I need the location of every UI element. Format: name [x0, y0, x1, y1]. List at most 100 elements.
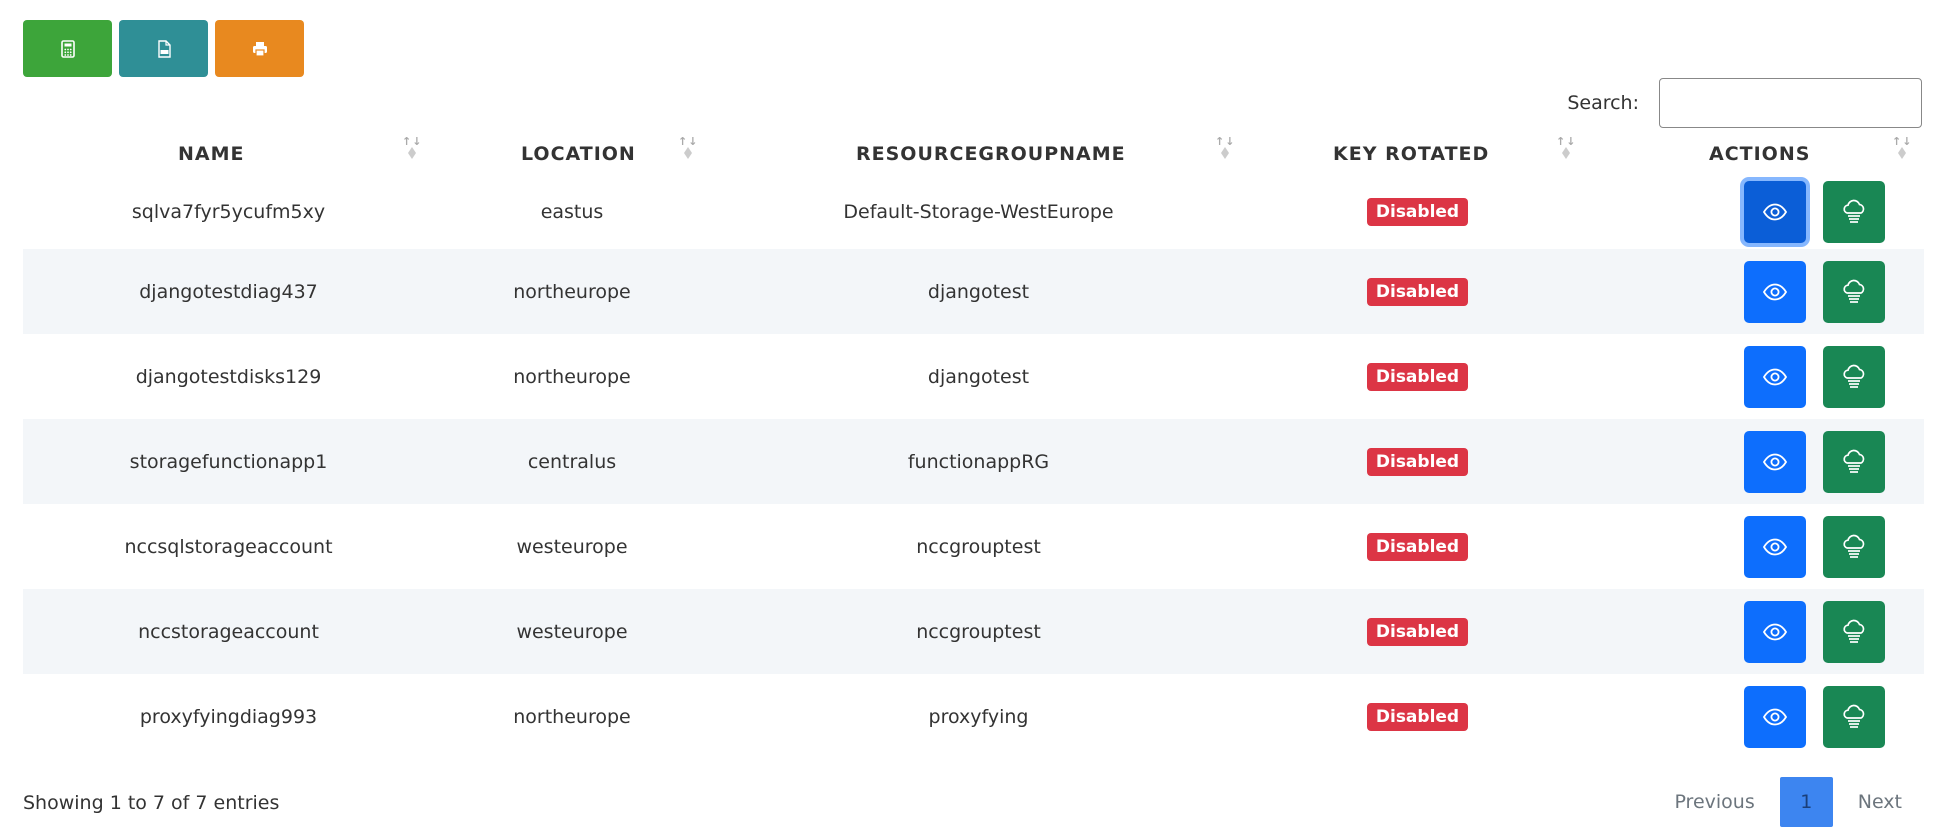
svg-text:↑↓: ↑↓	[678, 135, 696, 148]
cell-location: westeurope	[516, 535, 628, 558]
cell-actions	[1588, 175, 1924, 249]
status-badge: Disabled	[1366, 447, 1469, 476]
column-header-label: KEY ROTATED	[1333, 143, 1490, 165]
next-page-button[interactable]: Next	[1838, 777, 1922, 827]
row-actions	[1588, 515, 1924, 578]
svg-text:↑↓: ↑↓	[1556, 135, 1574, 148]
cell-name: djangotestdisks129	[135, 365, 322, 388]
column-header-label: ACTIONS	[1709, 143, 1811, 165]
cell-name: proxyfyingdiag993	[139, 705, 318, 728]
eye-icon	[1762, 538, 1788, 555]
eye-icon	[1762, 283, 1788, 300]
export-toolbar	[23, 20, 304, 77]
column-header-actions[interactable]: ACTIONS ↑↓	[1588, 133, 1924, 175]
row-actions	[1588, 600, 1924, 663]
rotate-key-button[interactable]	[1823, 430, 1885, 493]
calculator-button[interactable]	[23, 20, 112, 77]
cell-actions	[1588, 674, 1924, 759]
search-label: Search:	[1567, 92, 1639, 114]
csv-export-button[interactable]	[119, 20, 208, 77]
status-badge: Disabled	[1366, 198, 1469, 226]
view-button[interactable]	[1744, 345, 1806, 408]
svg-text:↑↓: ↑↓	[1892, 135, 1910, 148]
svg-text:↑↓: ↑↓	[402, 135, 420, 148]
sort-icon: ↑↓	[1892, 135, 1910, 159]
cloud-rotate-icon	[1843, 199, 1865, 223]
rotate-key-button[interactable]	[1823, 515, 1885, 578]
rotate-key-button[interactable]	[1823, 345, 1885, 408]
cell-resourcegroup: nccgrouptest	[916, 535, 1041, 558]
table-row: sqlva7fyr5ycufm5xy eastus Default-Storag…	[23, 175, 1924, 249]
previous-page-button[interactable]: Previous	[1654, 777, 1774, 827]
page-1-button[interactable]: 1	[1779, 777, 1833, 827]
sort-icon: ↑↓	[1215, 135, 1233, 159]
row-actions	[1588, 260, 1924, 323]
cell-key-rotated: Disabled	[1247, 504, 1588, 589]
eye-icon	[1762, 623, 1788, 640]
view-button[interactable]	[1744, 430, 1806, 493]
cell-resourcegroup: djangotest	[927, 365, 1030, 388]
cell-location: eastus	[540, 201, 604, 223]
column-header-label: RESOURCEGROUPNAME	[856, 143, 1126, 165]
row-actions	[1588, 181, 1924, 243]
pagination: Previous 1 Next	[1654, 777, 1922, 827]
rotate-key-button[interactable]	[1823, 600, 1885, 663]
cell-resourcegroup: functionappRG	[907, 450, 1050, 473]
table-body: sqlva7fyr5ycufm5xy eastus Default-Storag…	[23, 175, 1924, 759]
cell-resourcegroup: nccgrouptest	[916, 620, 1041, 643]
sort-icon: ↑↓	[678, 135, 696, 159]
rotate-key-button[interactable]	[1823, 260, 1885, 323]
csv-file-icon	[157, 39, 171, 58]
cell-location: northeurope	[513, 365, 631, 388]
cell-actions	[1588, 504, 1924, 589]
view-button[interactable]	[1744, 515, 1806, 578]
cell-key-rotated: Disabled	[1247, 249, 1588, 334]
cloud-rotate-icon	[1843, 619, 1865, 643]
svg-text:↑↓: ↑↓	[1215, 135, 1233, 148]
cloud-rotate-icon	[1843, 534, 1865, 558]
cell-location: westeurope	[516, 620, 628, 643]
table-row: djangotestdisks129 northeurope djangotes…	[23, 334, 1924, 419]
view-button[interactable]	[1744, 685, 1806, 748]
status-badge: Disabled	[1366, 362, 1469, 391]
column-header-label: NAME	[178, 143, 245, 165]
column-header-location[interactable]: LOCATION ↑↓	[434, 133, 710, 175]
cell-key-rotated: Disabled	[1247, 175, 1588, 249]
eye-icon	[1762, 708, 1788, 725]
column-header-name[interactable]: NAME ↑↓	[23, 133, 434, 175]
table-row: storagefunctionapp1 centralus functionap…	[23, 419, 1924, 504]
cell-resourcegroup: proxyfying	[928, 705, 1029, 728]
table-row: proxyfyingdiag993 northeurope proxyfying…	[23, 674, 1924, 759]
view-button[interactable]	[1744, 260, 1806, 323]
cell-name: nccsqlstorageaccount	[124, 535, 333, 558]
cell-location: northeurope	[513, 280, 631, 303]
eye-icon	[1762, 368, 1788, 385]
print-button[interactable]	[215, 20, 304, 77]
cloud-rotate-icon	[1843, 449, 1865, 473]
row-actions	[1588, 685, 1924, 748]
table-row: djangotestdiag437 northeurope djangotest…	[23, 249, 1924, 334]
rotate-key-button[interactable]	[1823, 181, 1885, 243]
search-area: Search:	[1567, 78, 1922, 128]
cell-location: northeurope	[513, 705, 631, 728]
cell-actions	[1588, 334, 1924, 419]
search-input[interactable]	[1659, 78, 1922, 128]
cell-name: djangotestdiag437	[139, 280, 318, 303]
cell-resourcegroup: Default-Storage-WestEurope	[843, 201, 1114, 223]
sort-icon: ↑↓	[402, 135, 420, 159]
cell-name: nccstorageaccount	[138, 620, 319, 643]
rotate-key-button[interactable]	[1823, 685, 1885, 748]
table-header-row: NAME ↑↓ LOCATION ↑↓ RESOURCEGROUPNAME ↑↓…	[23, 133, 1924, 175]
column-header-resourcegroupname[interactable]: RESOURCEGROUPNAME ↑↓	[710, 133, 1247, 175]
calculator-icon	[60, 39, 75, 58]
eye-icon	[1762, 203, 1788, 221]
cloud-rotate-icon	[1843, 704, 1865, 728]
cell-actions	[1588, 589, 1924, 674]
view-button[interactable]	[1744, 181, 1806, 243]
status-badge: Disabled	[1366, 277, 1469, 306]
view-button[interactable]	[1744, 600, 1806, 663]
cell-actions	[1588, 419, 1924, 504]
cell-actions	[1588, 249, 1924, 334]
cell-key-rotated: Disabled	[1247, 674, 1588, 759]
column-header-key-rotated[interactable]: KEY ROTATED ↑↓	[1247, 133, 1588, 175]
